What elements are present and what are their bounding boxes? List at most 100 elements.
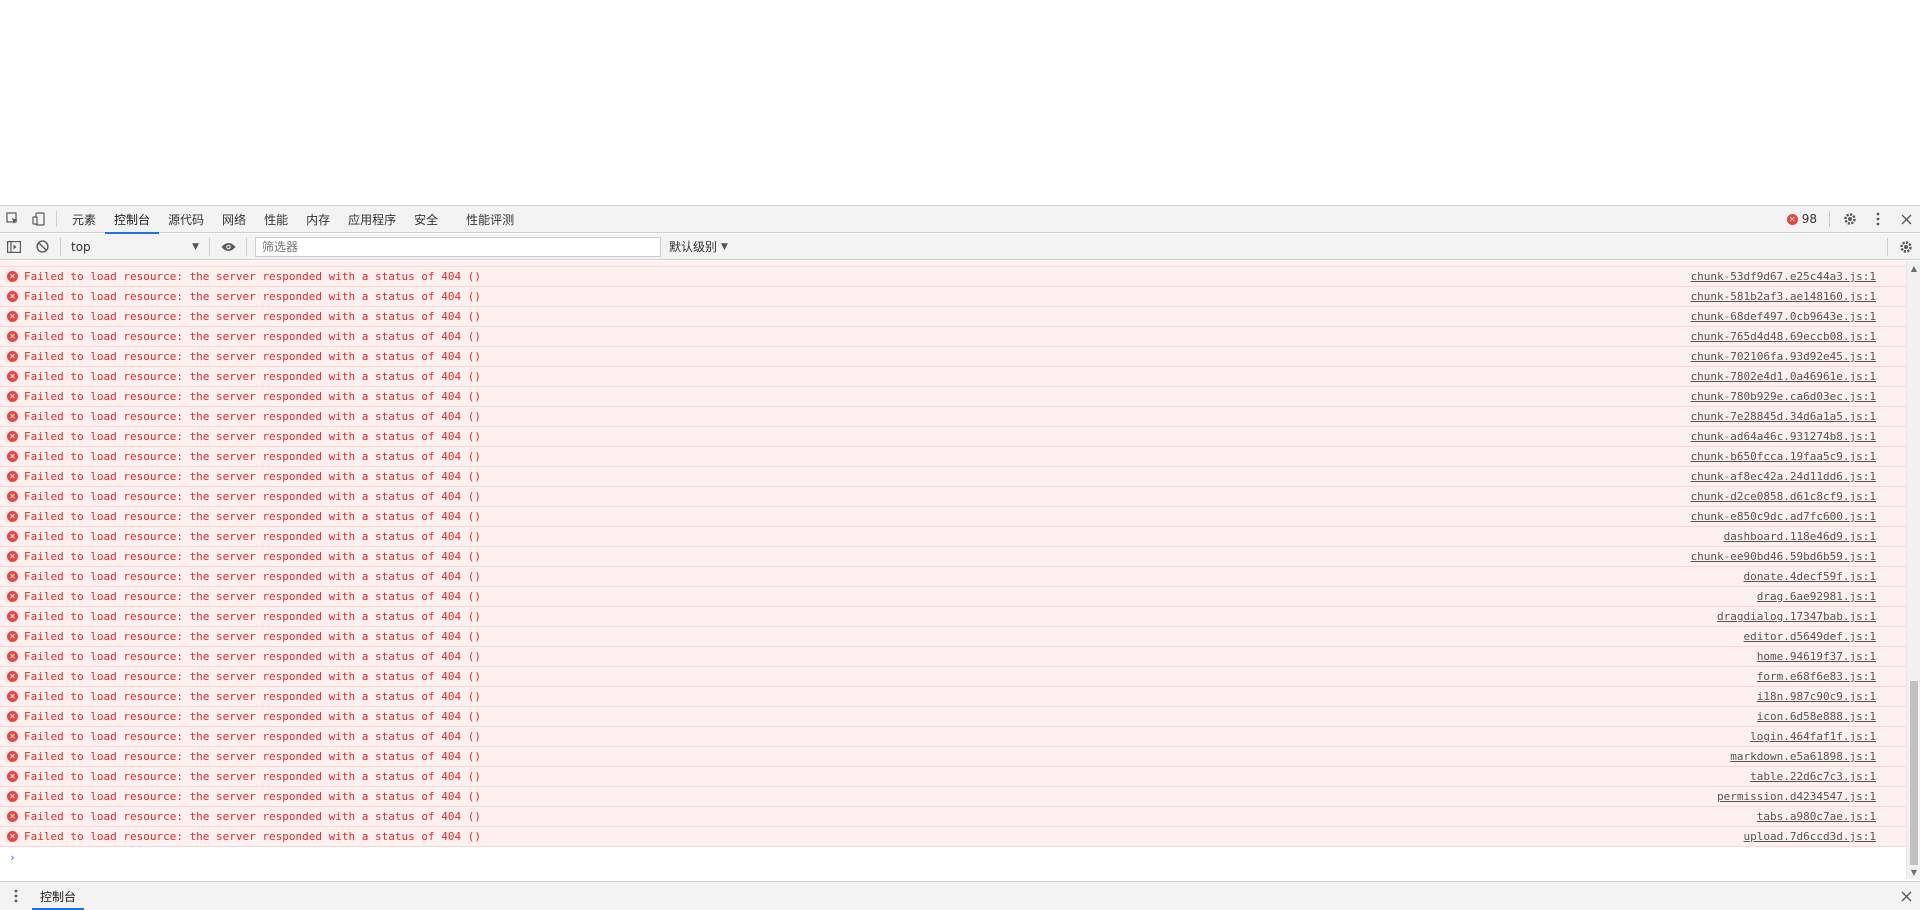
message-text: Failed to load resource: the server resp… bbox=[24, 610, 481, 623]
scroll-up-arrow-icon[interactable]: ▲ bbox=[1907, 261, 1920, 275]
message-source-link[interactable]: editor.d5649def.js:1 bbox=[1744, 630, 1876, 643]
toolbar-divider bbox=[60, 237, 61, 256]
message-text: Failed to load resource: the server resp… bbox=[24, 390, 481, 403]
messages-scrollbar[interactable]: ▲ ▼ bbox=[1906, 261, 1920, 879]
message-source-link[interactable]: chunk-ee90bd46.59bd6b59.js:1 bbox=[1691, 550, 1876, 563]
message-source-link[interactable]: chunk-765d4d48.69eccb08.js:1 bbox=[1691, 330, 1876, 343]
message-source-link[interactable]: chunk-780b929e.ca6d03ec.js:1 bbox=[1691, 390, 1876, 403]
message-source-link[interactable]: icon.6d58e888.js:1 bbox=[1757, 710, 1876, 723]
message-source-link[interactable]: chunk-53df9d67.e25c44a3.js:1 bbox=[1691, 270, 1876, 283]
message-text: Failed to load resource: the server resp… bbox=[24, 690, 481, 703]
console-error-message: ✕ Failed to load resource: the server res… bbox=[0, 567, 1906, 587]
console-error-message: ✕ Failed to load resource: the server res… bbox=[0, 767, 1906, 787]
message-source-link[interactable]: upload.7d6ccd3d.js:1 bbox=[1744, 830, 1876, 843]
log-level-value: 默认级别 bbox=[669, 240, 718, 254]
error-icon: ✕ bbox=[7, 771, 18, 782]
message-text: Failed to load resource: the server resp… bbox=[24, 310, 481, 323]
message-source-link[interactable]: donate.4decf59f.js:1 bbox=[1744, 570, 1876, 583]
tabbar-divider bbox=[56, 211, 57, 227]
more-options-icon[interactable] bbox=[1864, 206, 1892, 232]
console-error-message: ✕ Failed to load resource: the server res… bbox=[0, 287, 1906, 307]
message-source-link[interactable]: chunk-702106fa.93d92e45.js:1 bbox=[1691, 350, 1876, 363]
filter-input[interactable] bbox=[255, 236, 661, 257]
console-settings-gear-icon[interactable] bbox=[1892, 234, 1920, 260]
message-source-link[interactable]: chunk-7802e4d1.0a46961e.js:1 bbox=[1691, 370, 1876, 383]
clear-console-icon[interactable] bbox=[28, 234, 56, 260]
context-selector[interactable]: top ▼ bbox=[65, 237, 205, 257]
message-source-link[interactable]: chunk-b650fcca.19faa5c9.js:1 bbox=[1691, 450, 1876, 463]
message-text: Failed to load resource: the server resp… bbox=[24, 590, 481, 603]
close-devtools-icon[interactable] bbox=[1892, 206, 1920, 232]
error-icon: ✕ bbox=[7, 791, 18, 802]
error-icon: ✕ bbox=[7, 731, 18, 742]
message-source-link[interactable]: dashboard.118e46d9.js:1 bbox=[1724, 530, 1876, 543]
error-icon: ✕ bbox=[7, 811, 18, 822]
tab-4[interactable]: 性能 bbox=[255, 206, 297, 233]
drawer-tab-console[interactable]: 控制台 bbox=[32, 882, 85, 910]
console-error-message: ✕ Failed to load resource: the server res… bbox=[0, 707, 1906, 727]
message-source-link[interactable]: chunk-af8ec42a.24d11dd6.js:1 bbox=[1691, 470, 1876, 483]
error-counter[interactable]: ✕ 98 bbox=[1779, 212, 1825, 226]
tab-3[interactable]: 网络 bbox=[213, 206, 255, 233]
live-expression-eye-icon[interactable] bbox=[214, 234, 242, 260]
tab-1[interactable]: 控制台 bbox=[105, 206, 160, 234]
message-text: Failed to load resource: the server resp… bbox=[24, 290, 481, 303]
tab-2[interactable]: 源代码 bbox=[159, 206, 213, 233]
message-source-link[interactable]: tabs.a980c7ae.js:1 bbox=[1757, 810, 1876, 823]
scrollbar-thumb[interactable] bbox=[1910, 681, 1918, 865]
message-text: Failed to load resource: the server resp… bbox=[24, 410, 481, 423]
message-source-link[interactable]: permission.d4234547.js:1 bbox=[1717, 790, 1876, 803]
message-source-link[interactable]: dragdialog.17347bab.js:1 bbox=[1717, 610, 1876, 623]
console-error-message: ✕ Failed to load resource: the server res… bbox=[0, 267, 1906, 287]
log-level-selector[interactable]: 默认级别 ▼ bbox=[669, 238, 728, 255]
console-error-message: ✕ Failed to load resource: the server res… bbox=[0, 667, 1906, 687]
console-error-message: ✕ Failed to load resource: the server res… bbox=[0, 527, 1906, 547]
console-messages[interactable]: ✕ Failed to load resource: the server res… bbox=[0, 261, 1906, 879]
message-text: Failed to load resource: the server resp… bbox=[24, 670, 481, 683]
message-text: Failed to load resource: the server resp… bbox=[24, 510, 481, 523]
error-icon: ✕ bbox=[7, 471, 18, 482]
message-source-link[interactable]: login.464faf1f.js:1 bbox=[1750, 730, 1876, 743]
console-error-message: ✕ Failed to load resource: the server res… bbox=[0, 727, 1906, 747]
message-text: Failed to load resource: the server resp… bbox=[24, 630, 481, 643]
tab-0[interactable]: 元素 bbox=[63, 206, 105, 233]
console-error-message: ✕ Failed to load resource: the server res… bbox=[0, 327, 1906, 347]
message-source-link[interactable]: home.94619f37.js:1 bbox=[1757, 650, 1876, 663]
console-error-message: ✕ Failed to load resource: the server res… bbox=[0, 367, 1906, 387]
settings-gear-icon[interactable] bbox=[1836, 206, 1864, 232]
error-icon: ✕ bbox=[7, 651, 18, 662]
tab-8[interactable]: 性能评测 bbox=[457, 206, 523, 233]
message-source-link[interactable]: table.22d6c7c3.js:1 bbox=[1750, 770, 1876, 783]
console-error-message: ✕ Failed to load resource: the server res… bbox=[0, 467, 1906, 487]
error-icon: ✕ bbox=[7, 611, 18, 622]
tab-7[interactable]: 安全 bbox=[405, 206, 447, 233]
message-source-link[interactable]: form.e68f6e83.js:1 bbox=[1757, 670, 1876, 683]
scroll-down-arrow-icon[interactable]: ▼ bbox=[1907, 865, 1920, 879]
error-icon: ✕ bbox=[7, 711, 18, 722]
error-count: 98 bbox=[1801, 212, 1817, 226]
device-toolbar-icon[interactable] bbox=[26, 206, 52, 232]
error-icon: ✕ bbox=[7, 491, 18, 502]
message-source-link[interactable]: chunk-7e28845d.34d6a1a5.js:1 bbox=[1691, 410, 1876, 423]
message-source-link[interactable]: chunk-68def497.0cb9643e.js:1 bbox=[1691, 310, 1876, 323]
tab-6[interactable]: 应用程序 bbox=[339, 206, 405, 233]
dropdown-arrow-icon: ▼ bbox=[721, 241, 728, 252]
message-source-link[interactable]: chunk-e850c9dc.ad7fc600.js:1 bbox=[1691, 510, 1876, 523]
inspect-element-icon[interactable] bbox=[0, 206, 26, 232]
console-prompt[interactable]: › bbox=[0, 847, 1906, 867]
close-drawer-icon[interactable] bbox=[1892, 891, 1920, 902]
message-text: Failed to load resource: the server resp… bbox=[24, 490, 481, 503]
sidebar-toggle-icon[interactable] bbox=[0, 234, 28, 260]
message-source-link[interactable]: markdown.e5a61898.js:1 bbox=[1730, 750, 1876, 763]
console-error-message: ✕ Failed to load resource: the server res… bbox=[0, 647, 1906, 667]
message-source-link[interactable]: chunk-ad64a46c.931274b8.js:1 bbox=[1691, 430, 1876, 443]
error-icon: ✕ bbox=[7, 351, 18, 362]
message-source-link[interactable]: drag.6ae92981.js:1 bbox=[1757, 590, 1876, 603]
error-icon: ✕ bbox=[1786, 213, 1798, 225]
message-source-link[interactable]: i18n.987c90c9.js:1 bbox=[1757, 690, 1876, 703]
error-icon: ✕ bbox=[7, 751, 18, 762]
message-source-link[interactable]: chunk-d2ce0858.d61c8cf9.js:1 bbox=[1691, 490, 1876, 503]
drawer-more-icon[interactable] bbox=[0, 889, 32, 903]
tab-5[interactable]: 内存 bbox=[297, 206, 339, 233]
message-source-link[interactable]: chunk-581b2af3.ae148160.js:1 bbox=[1691, 290, 1876, 303]
